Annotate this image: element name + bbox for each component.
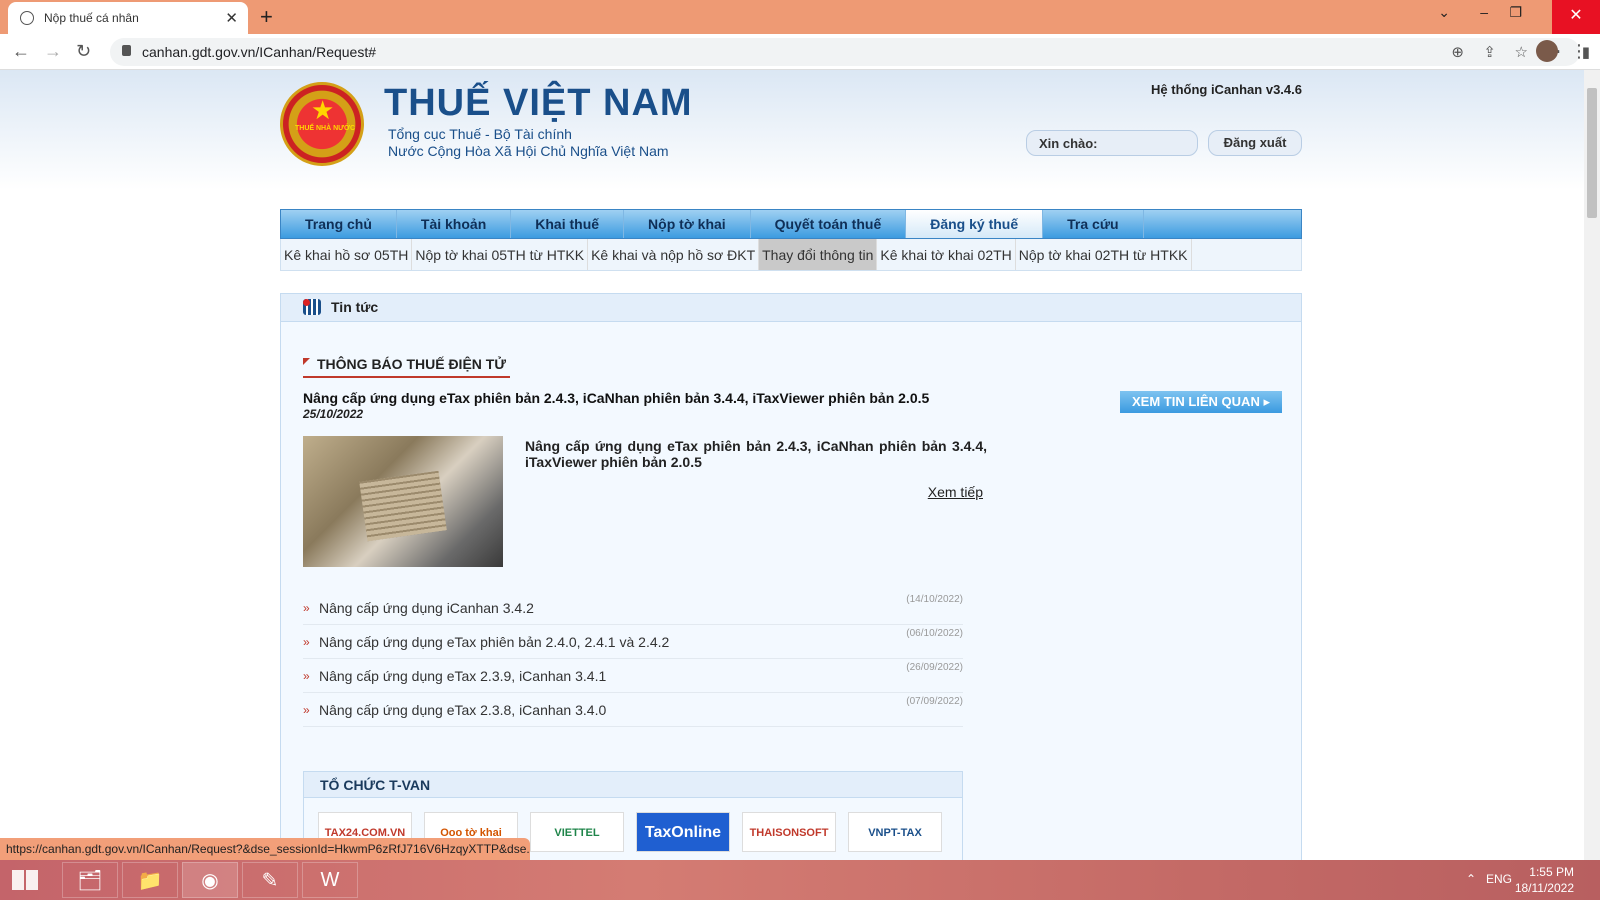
scrollbar-thumb[interactable] <box>1587 88 1597 218</box>
tvan-title: TỔ CHỨC T-VAN <box>304 772 962 798</box>
tab-title: Nộp thuế cá nhân <box>44 11 139 25</box>
page-viewport: ★ THUẾ NHÀ NƯỚC THUẾ VIỆT NAM Tổng cục T… <box>0 70 1584 860</box>
news-lead: Nâng cấp ứng dụng eTax phiên bản 2.4.3, … <box>525 438 987 470</box>
status-url-bubble: https://canhan.gdt.gov.vn/ICanhan/Reques… <box>0 838 530 860</box>
logout-button[interactable]: Đăng xuất <box>1208 130 1302 156</box>
star-icon: ★ <box>311 95 335 125</box>
bookmark-star-icon[interactable]: ☆ <box>1515 43 1528 61</box>
viettel-logo[interactable]: VIETTEL <box>530 812 624 852</box>
national-emblem-logo: ★ THUẾ NHÀ NƯỚC <box>280 82 364 166</box>
list-item[interactable]: » Nâng cấp ứng dụng eTax 2.3.9, iCanhan … <box>303 659 963 693</box>
address-bar[interactable]: canhan.gdt.gov.vn/ICanhan/Request# ⊕ ⇪ ☆… <box>110 38 1590 66</box>
news-date: 25/10/2022 <box>303 407 364 421</box>
zoom-icon[interactable]: ⊕ <box>1451 43 1464 61</box>
folder-icon[interactable]: 📁 <box>122 862 178 898</box>
minimize-icon[interactable]: – <box>1480 4 1488 20</box>
double-chevron-icon: » <box>303 601 310 615</box>
double-chevron-icon: » <box>303 635 310 649</box>
new-tab-icon[interactable]: + <box>260 4 273 30</box>
close-tab-icon[interactable]: ✕ <box>225 9 238 27</box>
menu-item-home[interactable]: Trang chủ <box>281 210 397 238</box>
menu-item-lookup[interactable]: Tra cứu <box>1043 210 1144 238</box>
menu-item-declare[interactable]: Khai thuế <box>511 210 625 238</box>
thaisonsoft-logo[interactable]: THAISONSOFT <box>742 812 836 852</box>
restore-icon[interactable]: ❐ <box>1509 4 1522 21</box>
news-panel-title: Tin tức <box>331 299 379 315</box>
double-chevron-icon: » <box>303 669 310 683</box>
list-item[interactable]: » Nâng cấp ứng dụng eTax 2.3.8, iCanhan … <box>303 693 963 727</box>
list-item[interactable]: » Nâng cấp ứng dụng eTax phiên bản 2.4.0… <box>303 625 963 659</box>
menu-item-registration[interactable]: Đăng ký thuế <box>906 210 1044 238</box>
windows-start-icon[interactable] <box>12 870 38 890</box>
submenu-item-02th[interactable]: Kê khai tờ khai 02TH <box>877 239 1016 270</box>
url-text[interactable]: canhan.gdt.gov.vn/ICanhan/Request# <box>142 44 376 60</box>
read-more-link[interactable]: Xem tiếp <box>921 484 983 500</box>
forward-icon[interactable]: → <box>44 41 62 62</box>
vnpt-tax-logo[interactable]: VNPT-TAX <box>848 812 942 852</box>
section-title: THÔNG BÁO THUẾ ĐIỆN TỬ <box>303 356 510 378</box>
news-headline[interactable]: Nâng cấp ứng dụng eTax phiên bản 2.4.3, … <box>303 390 929 406</box>
windows-taskbar: 🗂 📁 ◉ ✎ W ⌃ ENG 1:55 PM 18/11/2022 <box>0 860 1600 900</box>
news-icon <box>303 299 321 315</box>
submenu-item-submit-02th[interactable]: Nộp tờ khai 02TH từ HTKK <box>1016 239 1192 270</box>
tab-search-icon[interactable]: ⌄ <box>1438 4 1450 21</box>
back-icon[interactable]: ← <box>12 41 30 62</box>
browser-toolbar: ← → ↻ canhan.gdt.gov.vn/ICanhan/Request#… <box>0 34 1600 70</box>
system-clock[interactable]: 1:55 PM 18/11/2022 <box>1515 864 1574 896</box>
globe-icon <box>20 11 34 25</box>
news-photo[interactable] <box>303 436 503 567</box>
share-icon[interactable]: ⇪ <box>1483 43 1496 61</box>
site-brand: THUẾ VIỆT NAM <box>384 82 693 124</box>
main-menu: Trang chủ Tài khoản Khai thuế Nộp tờ kha… <box>280 209 1302 239</box>
seal-text: THUẾ NHÀ NƯỚC <box>295 125 355 132</box>
submenu-item-submit-05th[interactable]: Nộp tờ khai 05TH từ HTKK <box>412 239 589 270</box>
tray-chevron-icon[interactable]: ⌃ <box>1466 872 1476 886</box>
chrome-icon[interactable]: ◉ <box>182 862 238 898</box>
double-chevron-icon: » <box>303 703 310 717</box>
news-panel-header: Tin tức <box>281 294 1301 322</box>
greeting-box: Xin chào: <box>1026 130 1198 156</box>
window-close-icon[interactable]: ✕ <box>1552 0 1600 34</box>
site-subtitle-1: Tổng cục Thuế - Bộ Tài chính <box>388 126 572 142</box>
news-panel: Tin tức THÔNG BÁO THUẾ ĐIỆN TỬ Nâng cấp … <box>280 293 1302 860</box>
sub-menu: Kê khai hồ sơ 05TH Nộp tờ khai 05TH từ H… <box>280 239 1302 271</box>
profile-avatar[interactable] <box>1536 40 1558 62</box>
file-explorer-icon[interactable]: 🗂 <box>62 862 118 898</box>
corner-flag-icon <box>303 358 310 365</box>
system-version: Hệ thống iCanhan v3.4.6 <box>1151 82 1302 97</box>
menu-item-submit[interactable]: Nộp tờ khai <box>624 210 751 238</box>
taxonline-logo[interactable]: TaxOnline <box>636 812 730 852</box>
site-subtitle-2: Nước Cộng Hòa Xã Hội Chủ Nghĩa Việt Nam <box>388 143 669 159</box>
word-icon[interactable]: W <box>302 862 358 898</box>
submenu-item-05th[interactable]: Kê khai hồ sơ 05TH <box>281 239 413 270</box>
news-list: » Nâng cấp ứng dụng iCanhan 3.4.2 (14/10… <box>303 591 963 727</box>
menu-item-account[interactable]: Tài khoản <box>397 210 512 238</box>
language-indicator[interactable]: ENG <box>1486 872 1512 886</box>
menu-kebab-icon[interactable]: ⋮ <box>1570 41 1588 62</box>
notes-app-icon[interactable]: ✎ <box>242 862 298 898</box>
reload-icon[interactable]: ↻ <box>76 41 91 62</box>
related-news-button[interactable]: XEM TIN LIÊN QUAN ▸ <box>1120 391 1282 413</box>
submenu-item-dkt[interactable]: Kê khai và nộp hồ sơ ĐKT <box>588 239 760 270</box>
browser-tabbar: Nộp thuế cá nhân ✕ + ⌄ – ❐ ✕ <box>0 0 1600 34</box>
browser-tab[interactable]: Nộp thuế cá nhân ✕ <box>8 2 248 34</box>
page-scrollbar[interactable] <box>1584 70 1600 860</box>
submenu-item-change-info[interactable]: Thay đổi thông tin <box>759 239 878 270</box>
list-item[interactable]: » Nâng cấp ứng dụng iCanhan 3.4.2 (14/10… <box>303 591 963 625</box>
lock-icon <box>122 45 131 56</box>
menu-item-settlement[interactable]: Quyết toán thuế <box>751 210 907 238</box>
